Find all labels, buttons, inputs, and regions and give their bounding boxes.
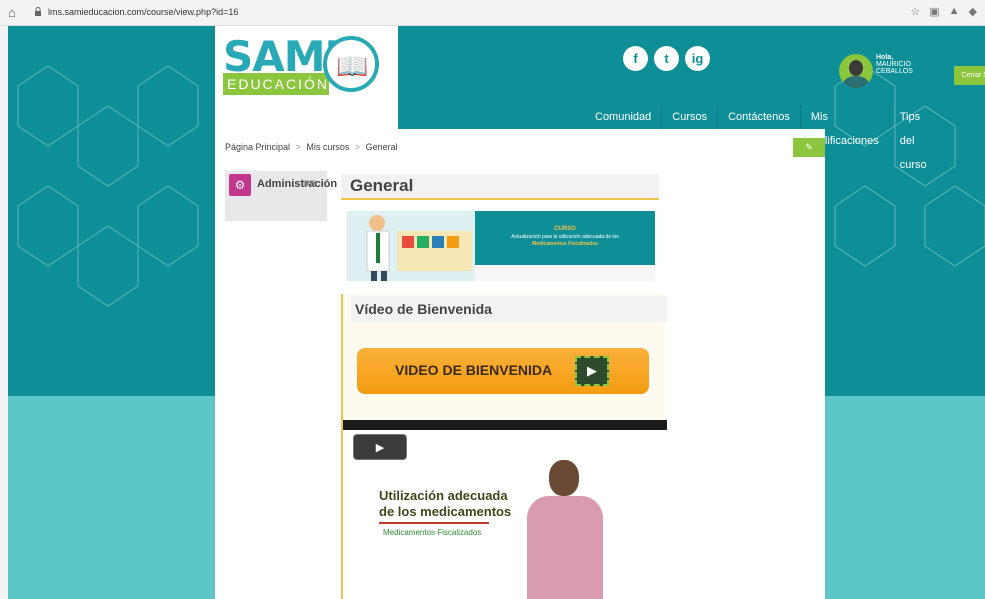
url-text[interactable]: lms.samieducacion.com/course/view.php?id… xyxy=(48,7,238,17)
section-title: General xyxy=(341,174,659,200)
admin-title[interactable]: Administración xyxy=(257,177,337,192)
edit-button[interactable]: ✎ xyxy=(793,138,825,157)
banner-logos-strip xyxy=(475,265,655,281)
course-banner: CURSO Actualización para la utilización … xyxy=(347,211,655,281)
nav-item-contactenos[interactable]: Contáctenos xyxy=(718,105,801,129)
breadcrumb-separator: > xyxy=(295,142,301,152)
logout-button[interactable]: Cerrar Sesión xyxy=(954,66,985,85)
presenter-image xyxy=(521,460,605,599)
film-play-icon: ▶ xyxy=(575,356,609,386)
logo[interactable]: SAMI EDUCACIÓN 📖 xyxy=(215,26,398,129)
website: SAMI EDUCACIÓN 📖 f t ig Hola, MAURICIO C… xyxy=(8,26,985,599)
breadcrumb-separator: > xyxy=(354,142,361,152)
browser-extensions: ☆ ▣ ▲ ◆ xyxy=(910,5,977,18)
pharmacist-illustration xyxy=(366,215,472,281)
browser-url-bar: ⌂ lms.samieducacion.com/course/view.php?… xyxy=(0,0,985,26)
player-title-line2: de los medicamentos xyxy=(379,504,512,519)
nav-item-tips-del-curso[interactable]: Tips del curso xyxy=(890,105,937,171)
player-subtitle: Medicamentos Fiscalizados xyxy=(383,528,482,537)
twitter-icon[interactable]: t xyxy=(654,46,679,71)
player-title-line1: Utilización adecuada xyxy=(379,488,508,503)
video-player[interactable]: ▶ Utilización adecuada de los medicament… xyxy=(343,420,667,599)
breadcrumb-item-current: General xyxy=(365,142,398,152)
star-icon[interactable]: ☆ xyxy=(910,5,920,18)
nav-item-mis-calificaciones[interactable]: Mis Calificaciones xyxy=(801,105,890,147)
page-container: SAMI EDUCACIÓN 📖 f t ig Hola, MAURICIO C… xyxy=(215,26,985,599)
banner-illustration xyxy=(347,211,477,281)
banner-line1: CURSO xyxy=(554,226,576,232)
video-section: Vídeo de Bienvenida VIDEO DE BIENVENIDA … xyxy=(341,294,667,599)
player-divider xyxy=(379,522,489,524)
lock-icon xyxy=(35,7,41,16)
avatar-body xyxy=(843,76,869,88)
home-icon[interactable]: ⌂ xyxy=(8,5,16,20)
video-section-title: Vídeo de Bienvenida xyxy=(351,296,667,322)
presenter-body xyxy=(527,496,603,599)
nav-item-comunidad[interactable]: Comunidad xyxy=(585,105,663,129)
logo-tagline: EDUCACIÓN xyxy=(223,73,329,95)
breadcrumb-item-home[interactable]: Página Principal xyxy=(225,142,290,152)
welcome-video-label: VIDEO DE BIENVENIDA xyxy=(395,362,553,378)
welcome-video-button[interactable]: VIDEO DE BIENVENIDA ▶ xyxy=(357,348,649,394)
instagram-icon[interactable]: ig xyxy=(685,46,710,71)
avatar[interactable] xyxy=(839,54,873,88)
banner-line3: Medicamentos Fiscalizados xyxy=(532,241,598,247)
facebook-icon[interactable]: f xyxy=(623,46,648,71)
block-controls[interactable]: ▣▣ xyxy=(303,179,316,187)
greeting-label: Hola, xyxy=(876,54,894,61)
play-button[interactable]: ▶ xyxy=(353,434,407,460)
banner-text: CURSO Actualización para la utilización … xyxy=(475,211,655,265)
settings-icon: ⚙ xyxy=(229,174,251,196)
presenter-head xyxy=(549,460,579,496)
breadcrumb-item-my-courses[interactable]: Mis cursos xyxy=(306,142,349,152)
edit-icon: ✎ xyxy=(805,142,813,152)
user-name: MAURICIO CEBALLOS xyxy=(876,61,913,75)
book-icon: 📖 xyxy=(336,51,369,81)
user-greeting: Hola, MAURICIO CEBALLOS xyxy=(876,54,913,75)
avatar-head xyxy=(849,60,863,76)
extension-icon[interactable]: ▣ xyxy=(929,5,939,18)
main-nav: Comunidad Cursos Contáctenos Mis Calific… xyxy=(585,105,937,171)
social-links: f t ig xyxy=(623,46,710,71)
nav-item-cursos[interactable]: Cursos xyxy=(662,105,719,129)
banner-line2: Actualización para la utilización adecua… xyxy=(511,234,619,240)
extension-icon[interactable]: ◆ xyxy=(969,5,977,18)
breadcrumb: Página Principal > Mis cursos > General xyxy=(225,142,398,152)
header: f t ig Hola, MAURICIO CEBALLOS Cerrar Se… xyxy=(398,26,985,171)
admin-block: ⚙ Administración ▣▣ xyxy=(225,171,337,221)
hex-pattern-left xyxy=(17,65,199,307)
drive-icon[interactable]: ▲ xyxy=(949,5,960,18)
